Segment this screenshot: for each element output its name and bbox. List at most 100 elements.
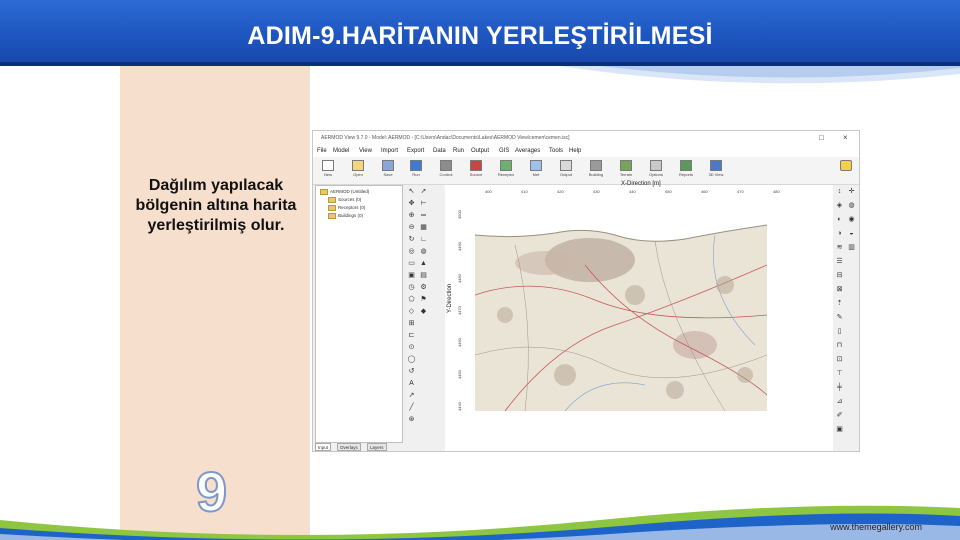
info-icon[interactable]: ◆ bbox=[419, 307, 428, 316]
point-source-icon[interactable]: ◎ bbox=[407, 247, 416, 256]
scale-icon[interactable]: ⊢ bbox=[419, 199, 428, 208]
overlay-icon[interactable]: ◑ bbox=[835, 229, 844, 238]
legend-icon[interactable]: ☰ bbox=[835, 257, 844, 266]
image-tool-icon[interactable]: ▣ bbox=[835, 425, 844, 434]
terrain-icon bbox=[620, 160, 632, 171]
globe-2-icon[interactable]: ◍ bbox=[847, 201, 856, 210]
menu-import[interactable]: Import bbox=[381, 148, 398, 154]
ruler-icon[interactable]: ═ bbox=[419, 211, 428, 220]
menu-run[interactable]: Run bbox=[453, 148, 464, 154]
flag-icon[interactable]: ⚑ bbox=[419, 295, 428, 304]
toolbar-save-button[interactable]: Save bbox=[377, 160, 399, 182]
pointer-icon[interactable]: ↖ bbox=[407, 187, 416, 196]
toolbar-output-button[interactable]: Output bbox=[555, 160, 577, 182]
measure-icon[interactable]: ◐ bbox=[835, 215, 844, 224]
line-source-icon[interactable]: ◷ bbox=[407, 283, 416, 292]
discrete-receptor-icon[interactable]: ⊙ bbox=[407, 343, 416, 352]
tree-item-receptors[interactable]: Receptors (0) bbox=[328, 205, 365, 211]
edit-icon[interactable]: ✐ bbox=[835, 411, 844, 420]
footer-url: www.themegallery.com bbox=[830, 522, 922, 532]
palette-icon[interactable]: ▥ bbox=[847, 243, 856, 252]
toolbar-3dview-button[interactable]: 3D View bbox=[705, 160, 727, 182]
target-icon[interactable]: ⊛ bbox=[407, 415, 416, 424]
tree-item-buildings[interactable]: Buildings (0) bbox=[328, 213, 363, 219]
zoom-out-icon[interactable]: ⊖ bbox=[407, 223, 416, 232]
pan-icon[interactable]: ✥ bbox=[407, 199, 416, 208]
window-titlebar: AERMOD View 9.7.0 - Model: AERMOD - [C:\… bbox=[313, 131, 859, 145]
menu-data[interactable]: Data bbox=[433, 148, 446, 154]
menu-gis[interactable]: GIS bbox=[499, 148, 509, 154]
menu-model[interactable]: Model bbox=[333, 148, 349, 154]
tab-input[interactable]: Input bbox=[315, 443, 332, 451]
distribute-icon[interactable]: ╪ bbox=[835, 383, 844, 392]
menu-output[interactable]: Output bbox=[471, 148, 489, 154]
toolbar-reports-button[interactable]: Reports bbox=[675, 160, 697, 182]
toolbar-new-button[interactable]: New bbox=[317, 160, 339, 182]
align-icon[interactable]: ⊤ bbox=[835, 369, 844, 378]
zoom-in-icon[interactable]: ⊕ bbox=[407, 211, 416, 220]
side-description: Dağılım yapılacak bölgenin altına harita… bbox=[135, 177, 297, 234]
terrain-tool-icon[interactable]: ▲ bbox=[419, 259, 428, 268]
volume-source-icon[interactable]: ▣ bbox=[407, 271, 416, 280]
x-tick: 440 bbox=[629, 189, 636, 194]
menu-export[interactable]: Export bbox=[407, 148, 424, 154]
polyline-icon[interactable]: ⊏ bbox=[407, 331, 416, 340]
menu-file[interactable]: File bbox=[317, 148, 327, 154]
rotate-icon[interactable]: ↻ bbox=[407, 235, 416, 244]
navigation-icon[interactable]: ↕ bbox=[835, 187, 844, 196]
toolbar-help-button[interactable] bbox=[835, 160, 857, 182]
globe-icon[interactable]: ◍ bbox=[419, 247, 428, 256]
tab-layers[interactable]: Layers bbox=[367, 443, 387, 451]
crosshair-icon[interactable]: ✛ bbox=[847, 187, 856, 196]
tree-root[interactable]: AERMOD (Untitled) bbox=[320, 189, 369, 195]
north-arrow-icon[interactable]: ⇡ bbox=[835, 299, 844, 308]
toolbar-terrain-button[interactable]: Terrain bbox=[615, 160, 637, 182]
ellipse-icon[interactable]: ◯ bbox=[407, 355, 416, 364]
building-icon bbox=[590, 160, 602, 171]
earth-icon[interactable]: ◉ bbox=[847, 215, 856, 224]
menu-averages[interactable]: Averages bbox=[515, 148, 540, 154]
maximize-icon[interactable]: □ bbox=[819, 133, 824, 142]
receptor-grid-icon[interactable]: ⊞ bbox=[407, 319, 416, 328]
arrow-icon[interactable]: ↗ bbox=[407, 391, 416, 400]
menu-tools[interactable]: Tools bbox=[549, 148, 563, 154]
menu-view[interactable]: View bbox=[359, 148, 372, 154]
x-tick: 480 bbox=[773, 189, 780, 194]
layer-icon[interactable]: ◈ bbox=[835, 201, 844, 210]
scale-bar-icon[interactable]: ⊟ bbox=[835, 271, 844, 280]
select-area-icon[interactable]: ⊡ bbox=[835, 355, 844, 364]
toolbar-open-button[interactable]: Open bbox=[347, 160, 369, 182]
select-icon[interactable]: ➚ bbox=[419, 187, 428, 196]
plot-icon[interactable]: ⊠ bbox=[835, 285, 844, 294]
tab-overlays[interactable]: Overlays bbox=[337, 443, 361, 451]
freehand-icon[interactable]: ↺ bbox=[407, 367, 416, 376]
output-icon bbox=[560, 160, 572, 171]
contour-icon[interactable]: ≋ bbox=[835, 243, 844, 252]
toolbar-run-button[interactable]: Run bbox=[405, 160, 427, 182]
settings-icon[interactable]: ⚙ bbox=[419, 283, 428, 292]
menu-help[interactable]: Help bbox=[569, 148, 581, 154]
toolbar-receptor-button[interactable]: Receptor bbox=[495, 160, 517, 182]
y-tick: 4450 bbox=[457, 370, 462, 379]
toolbar-met-button[interactable]: Met bbox=[525, 160, 547, 182]
polygon-icon[interactable]: ⬠ bbox=[407, 295, 416, 304]
toolbar-control-button[interactable]: Control bbox=[435, 160, 457, 182]
axes-icon[interactable]: ∟ bbox=[419, 235, 428, 244]
toolbar-building-button[interactable]: Building bbox=[585, 160, 607, 182]
area-source-icon[interactable]: ▭ bbox=[407, 259, 416, 268]
line-icon[interactable]: ╱ bbox=[407, 403, 416, 412]
toolbar-source-button[interactable]: Source bbox=[465, 160, 487, 182]
grid-icon[interactable]: ▦ bbox=[419, 223, 428, 232]
toolbar-options-button[interactable]: Options bbox=[645, 160, 667, 182]
tree-item-sources[interactable]: Sources (0) bbox=[328, 197, 361, 203]
column-icon[interactable]: ▯ bbox=[835, 327, 844, 336]
wedge-icon[interactable]: ◇ bbox=[407, 307, 416, 316]
text-icon[interactable]: A bbox=[407, 379, 416, 388]
annotation-icon[interactable]: ✎ bbox=[835, 313, 844, 322]
close-icon[interactable]: × bbox=[843, 133, 848, 142]
bracket-icon[interactable]: ⊓ bbox=[835, 341, 844, 350]
map-icon[interactable]: ◒ bbox=[847, 229, 856, 238]
map-view[interactable]: X-Direction [m] 400 410 420 430 440 450 … bbox=[445, 181, 833, 451]
image-icon[interactable]: ▤ bbox=[419, 271, 428, 280]
resize-icon[interactable]: ⊿ bbox=[835, 397, 844, 406]
